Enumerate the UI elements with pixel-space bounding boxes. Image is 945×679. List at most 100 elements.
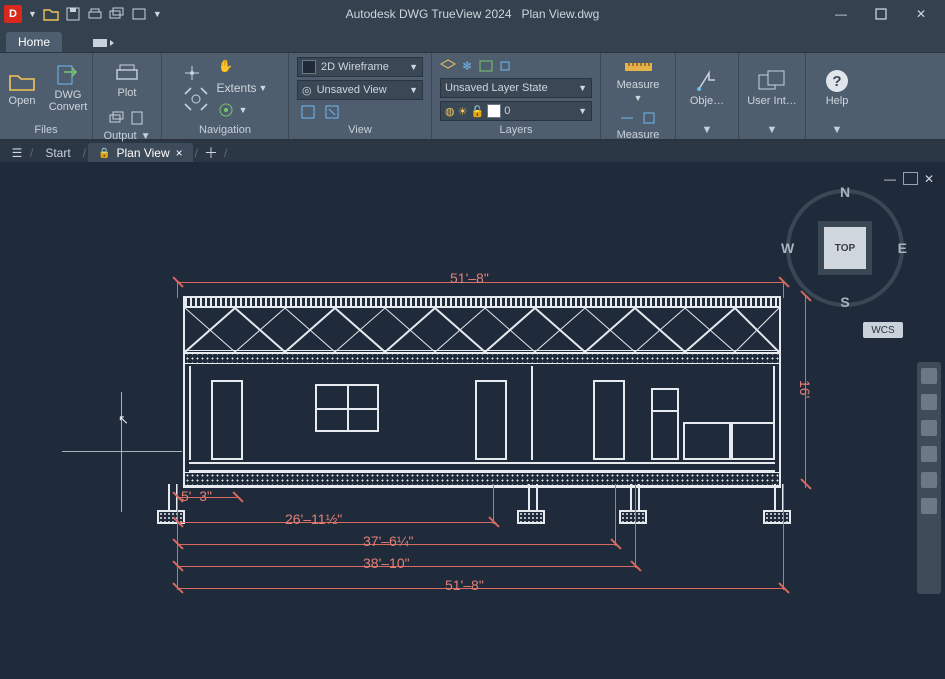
cabinet-1 [683, 422, 731, 460]
help-icon: ? [823, 69, 851, 93]
dim-b2: 26'–11½" [285, 511, 342, 527]
navbar-pan-icon[interactable] [921, 394, 937, 410]
view-cube-w[interactable]: W [781, 240, 794, 256]
view-cube-n[interactable]: N [840, 184, 850, 200]
panel-caret-osnap[interactable]: ▼ [702, 122, 713, 139]
user-interface-button[interactable]: User Int… [746, 57, 798, 119]
dim-b3: 37'–6¼" [363, 533, 413, 549]
panel-caret-help[interactable]: ▼ [832, 122, 843, 139]
close-button[interactable]: ✕ [901, 0, 941, 28]
dim-b5: 51'–8" [445, 577, 484, 593]
app-icon[interactable]: D [4, 5, 22, 23]
cursor-arrow-icon: ↖ [118, 412, 129, 428]
refrigerator [651, 388, 679, 460]
ribbon-tab-strip: Home [0, 28, 945, 53]
navbar-orbit-icon[interactable] [921, 446, 937, 462]
maximize-button[interactable] [861, 0, 901, 28]
panel-view: 2D Wireframe▼ ◎ Unsaved View▼ View [289, 53, 432, 139]
vp-minimize-button[interactable]: — [884, 172, 897, 183]
named-view-dropdown[interactable]: ◎ Unsaved View▼ [297, 80, 423, 100]
panel-title-navigation: Navigation [199, 122, 251, 139]
open-button[interactable]: Open [3, 57, 41, 119]
view-cube-s[interactable]: S [840, 294, 849, 310]
tab-home[interactable]: Home [6, 32, 62, 52]
view-cube-e[interactable]: E [898, 240, 907, 256]
layer-sun-icon: ☀ [458, 105, 468, 118]
panel-output: Plot Output▼ [93, 53, 162, 139]
view-icon: ◎ [302, 84, 312, 97]
view-fwd-icon[interactable] [323, 103, 341, 121]
vp-close-button[interactable]: ✕ [924, 172, 937, 183]
current-layer-dropdown[interactable]: ◍ ☀ 🔓 0▼ [440, 101, 592, 121]
navigation-bar [917, 362, 941, 594]
lock-icon: 🔒 [98, 148, 110, 159]
quick-access-toolbar: ▼ [43, 6, 162, 22]
wcs-badge[interactable]: WCS [863, 322, 903, 338]
minimize-button[interactable]: — [821, 0, 861, 28]
navbar-showmotion-icon[interactable] [921, 472, 937, 488]
panel-caret-ui[interactable]: ▼ [767, 122, 778, 139]
tab-close-icon[interactable]: × [176, 146, 183, 160]
dwg-convert-button[interactable]: DWG Convert [47, 57, 89, 119]
hand-pan-icon[interactable]: ✋ [217, 57, 235, 75]
layer-lock-icon: 🔓 [470, 105, 484, 118]
orbit-caret[interactable]: ▼ [239, 105, 248, 115]
svg-text:?: ? [832, 73, 841, 90]
tab-start[interactable]: Start [35, 143, 80, 163]
measure-button[interactable]: Measure ▼ [612, 57, 664, 103]
door-1 [211, 380, 243, 460]
print-icon[interactable] [87, 6, 103, 22]
dist-icon[interactable] [618, 109, 636, 127]
panel-title-view: View [348, 122, 372, 139]
panel-object-snap: Obje… ▼ [676, 53, 739, 139]
add-tab-button[interactable]: ＋ [200, 143, 222, 163]
navbar-zoom-icon[interactable] [921, 420, 937, 436]
visual-style-swatch-icon [302, 60, 316, 74]
batch-plot-icon[interactable] [109, 6, 125, 22]
tab-plan-view[interactable]: 🔒 Plan View × [88, 143, 193, 163]
layer-props-icon[interactable] [440, 58, 456, 74]
area-icon[interactable] [640, 109, 658, 127]
page-setup-small-icon[interactable] [128, 109, 146, 127]
open-icon[interactable] [43, 6, 59, 22]
foundation-mid1 [517, 484, 545, 524]
cabinet-2 [731, 422, 775, 460]
window-1 [315, 384, 379, 432]
printer-icon [113, 61, 141, 85]
save-icon[interactable] [65, 6, 81, 22]
plot-button[interactable]: Plot [105, 57, 149, 103]
layer-match-icon[interactable] [478, 58, 494, 74]
batch-plot-small-icon[interactable] [108, 109, 126, 127]
view-prev-icon[interactable] [299, 103, 317, 121]
ribbon: Open DWG Convert Files Plot Output▼ [0, 53, 945, 141]
navbar-wheel-icon[interactable] [921, 368, 937, 384]
help-button[interactable]: ? Help [811, 57, 863, 119]
title-bar: D ▼ ▼ Autodesk DWG TrueView 2024 Plan Vi… [0, 0, 945, 28]
publish-icon[interactable] [131, 6, 147, 22]
extents-split-button[interactable]: Extents ▼ [217, 81, 268, 95]
vp-restore-button[interactable] [903, 172, 918, 185]
app-menu-caret[interactable]: ▼ [28, 9, 37, 19]
layer-freeze-icon[interactable]: ❄ [459, 58, 475, 74]
panel-title-layers: Layers [499, 122, 532, 139]
orbit-icon[interactable] [217, 101, 235, 119]
doc-tabs-menu-icon[interactable]: ☰ [6, 146, 28, 160]
navbar-more-icon[interactable] [921, 498, 937, 514]
qat-caret[interactable]: ▼ [153, 9, 162, 19]
panel-measure: Measure ▼ Measure [601, 53, 676, 139]
layer-state-dropdown[interactable]: Unsaved Layer State▼ [440, 78, 592, 98]
foundation-mid2 [619, 484, 647, 524]
cad-drawing: 51'–8" 16' [165, 272, 805, 632]
dim-top: 51'–8" [450, 270, 489, 286]
object-snap-button[interactable]: Obje… [681, 57, 733, 119]
convert-icon [54, 63, 82, 87]
osnap-arrow-icon [693, 69, 721, 93]
zoom-extents-icon-large[interactable] [183, 85, 209, 113]
visual-style-dropdown[interactable]: 2D Wireframe▼ [297, 57, 423, 77]
pan-icon[interactable] [183, 64, 201, 82]
foundation-right [763, 484, 791, 524]
panel-layers: ❄ Unsaved Layer State▼ ◍ ☀ 🔓 0▼ Layers [432, 53, 601, 139]
layer-prev-icon[interactable] [497, 58, 513, 74]
tab-extra[interactable] [72, 34, 136, 52]
drawing-viewport[interactable]: — ✕ TOP N S E W WCS ↖ 51'–8" 16' [0, 162, 945, 679]
